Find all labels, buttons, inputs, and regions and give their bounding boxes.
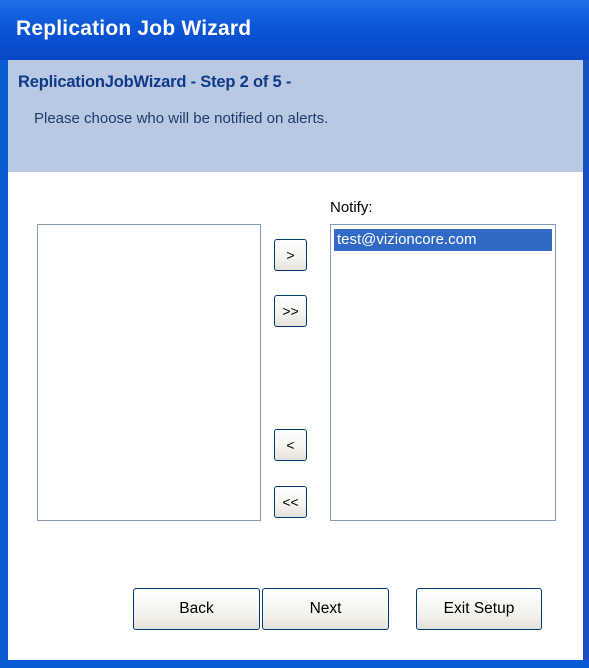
available-recipients-list[interactable]: [37, 224, 261, 521]
exit-setup-button[interactable]: Exit Setup: [416, 588, 542, 630]
wizard-body: ReplicationJobWizard - Step 2 of 5 - Ple…: [8, 60, 583, 660]
notify-label: Notify:: [330, 199, 373, 216]
remove-all-recipients-button[interactable]: <<: [274, 486, 307, 518]
window-frame-right: [583, 60, 589, 668]
remove-recipient-button[interactable]: <: [274, 429, 307, 461]
step-title: ReplicationJobWizard - Step 2 of 5 -: [18, 73, 292, 91]
window-title: Replication Job Wizard: [16, 17, 252, 40]
next-button[interactable]: Next: [262, 588, 389, 630]
list-item-notify-recipient[interactable]: test@vizioncore.com: [334, 229, 552, 251]
back-button[interactable]: Back: [133, 588, 260, 630]
title-bar[interactable]: Replication Job Wizard: [0, 0, 589, 60]
step-description: Please choose who will be notified on al…: [34, 110, 329, 127]
add-all-recipients-button[interactable]: >>: [274, 295, 307, 327]
step-header: ReplicationJobWizard - Step 2 of 5 - Ple…: [8, 60, 583, 172]
window-frame-bottom: [0, 660, 589, 668]
add-recipient-button[interactable]: >: [274, 239, 307, 271]
notify-recipients-list[interactable]: test@vizioncore.com: [330, 224, 556, 521]
wizard-window: Replication Job Wizard ReplicationJobWiz…: [0, 0, 589, 668]
